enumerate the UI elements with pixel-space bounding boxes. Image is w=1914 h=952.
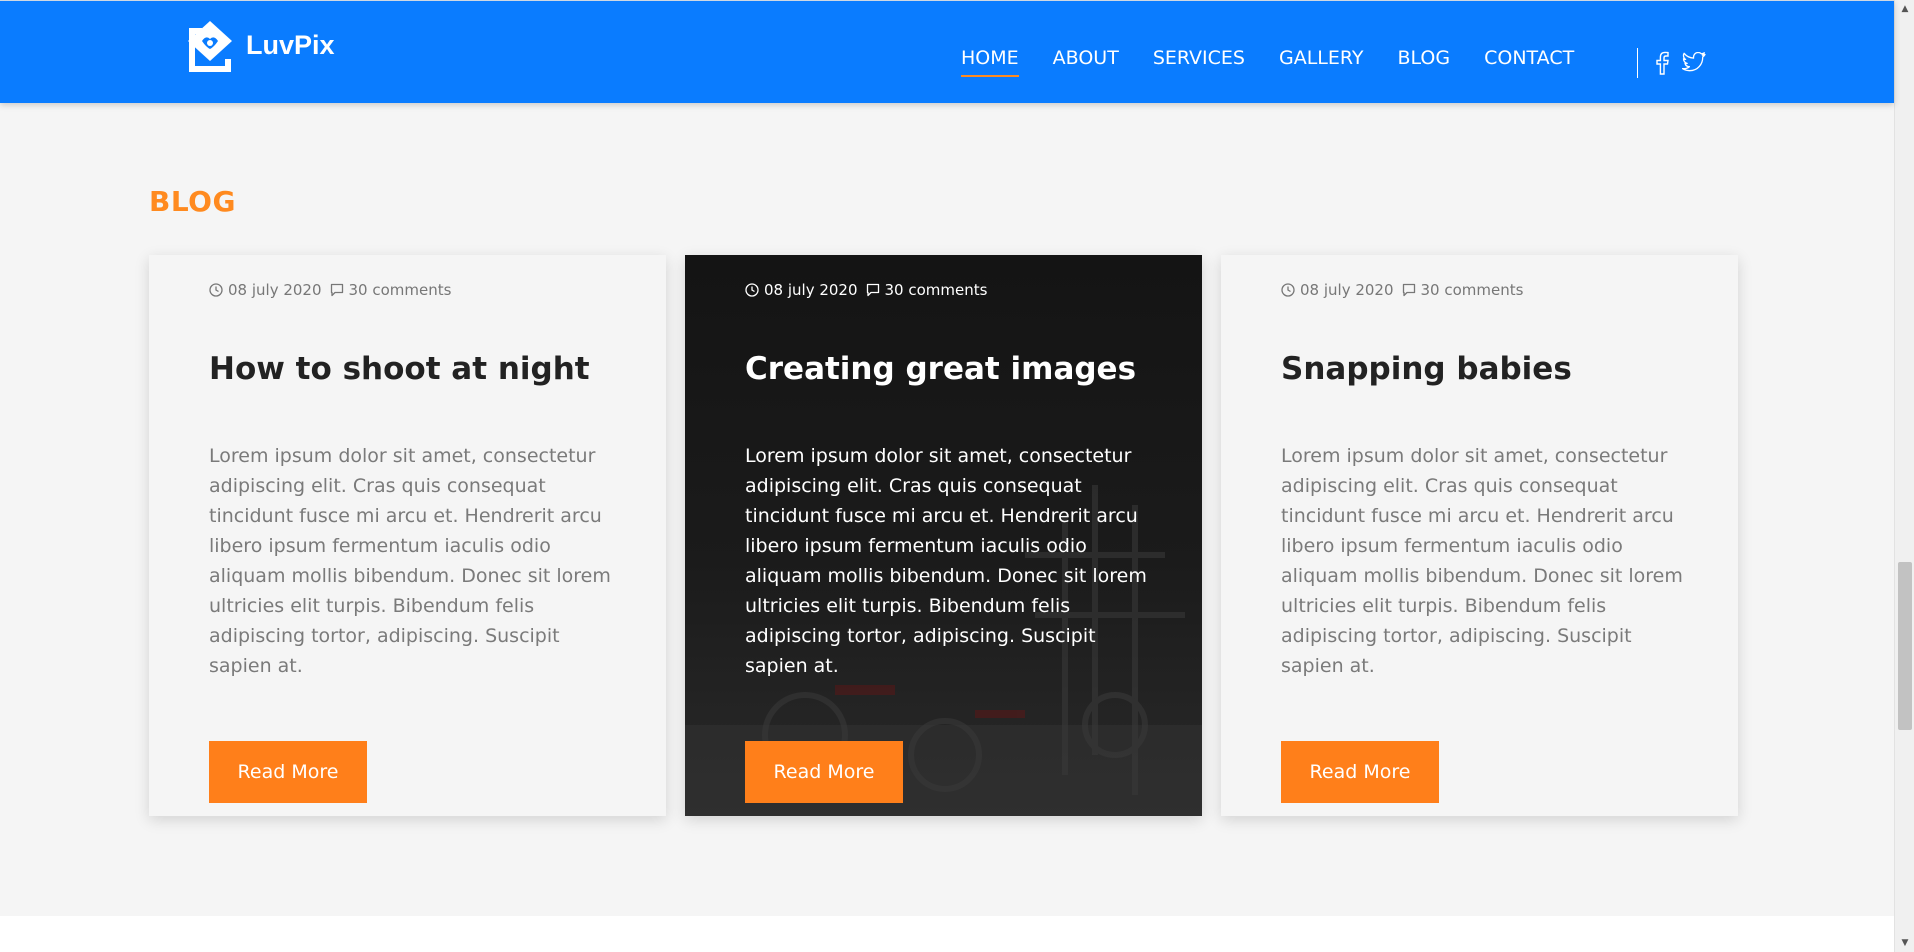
nav-divider bbox=[1637, 48, 1638, 78]
section-title: BLOG bbox=[149, 185, 236, 218]
next-section bbox=[0, 916, 1894, 952]
clock-icon bbox=[209, 283, 223, 297]
post-date: 08 july 2020 bbox=[764, 281, 858, 299]
logo-text: LuvPix bbox=[246, 29, 335, 60]
nav-services[interactable]: SERVICES bbox=[1153, 47, 1245, 75]
clock-icon bbox=[745, 283, 759, 297]
nav-blog[interactable]: BLOG bbox=[1397, 47, 1450, 75]
twitter-icon[interactable] bbox=[1682, 52, 1706, 72]
post-date: 08 july 2020 bbox=[228, 281, 322, 299]
nav-about[interactable]: ABOUT bbox=[1053, 47, 1119, 75]
post-title[interactable]: How to shoot at night bbox=[209, 351, 590, 387]
scroll-up-arrow-icon[interactable]: ▲ bbox=[1895, 0, 1914, 18]
post-title[interactable]: Creating great images bbox=[745, 351, 1136, 387]
post-excerpt: Lorem ipsum dolor sit amet, consectetur … bbox=[745, 445, 1147, 677]
post-meta: 08 july 2020 30 comments bbox=[209, 281, 451, 299]
clock-icon bbox=[1281, 283, 1295, 297]
logo-icon bbox=[188, 17, 234, 72]
post-comments[interactable]: 30 comments bbox=[349, 281, 452, 299]
post-title[interactable]: Snapping babies bbox=[1281, 351, 1572, 387]
scroll-down-arrow-icon[interactable]: ▼ bbox=[1895, 934, 1914, 952]
post-comments[interactable]: 30 comments bbox=[1421, 281, 1524, 299]
site-header: LuvPix HOME ABOUT SERVICES GALLERY BLOG … bbox=[0, 0, 1894, 103]
nav-gallery[interactable]: GALLERY bbox=[1279, 47, 1364, 75]
post-comments[interactable]: 30 comments bbox=[885, 281, 988, 299]
main-nav: HOME ABOUT SERVICES GALLERY BLOG CONTACT bbox=[961, 47, 1574, 77]
nav-home[interactable]: HOME bbox=[961, 47, 1019, 77]
read-more-button[interactable]: Read More bbox=[209, 741, 367, 803]
read-more-button[interactable]: Read More bbox=[1281, 741, 1439, 803]
facebook-icon[interactable] bbox=[1655, 51, 1669, 75]
nav-contact[interactable]: CONTACT bbox=[1484, 47, 1574, 75]
post-excerpt: Lorem ipsum dolor sit amet, consectetur … bbox=[1281, 445, 1683, 677]
blog-card-featured: 08 july 2020 30 comments Creating great … bbox=[685, 255, 1202, 816]
blog-card: 08 july 2020 30 comments How to shoot at… bbox=[149, 255, 666, 816]
post-meta: 08 july 2020 30 comments bbox=[745, 281, 987, 299]
post-excerpt: Lorem ipsum dolor sit amet, consectetur … bbox=[209, 445, 611, 677]
scrollbar[interactable]: ▲ ▼ bbox=[1894, 0, 1914, 952]
scroll-thumb[interactable] bbox=[1898, 562, 1912, 730]
read-more-button[interactable]: Read More bbox=[745, 741, 903, 803]
logo[interactable]: LuvPix bbox=[180, 11, 335, 77]
comment-icon bbox=[330, 283, 343, 297]
comment-icon bbox=[866, 283, 879, 297]
post-meta: 08 july 2020 30 comments bbox=[1281, 281, 1523, 299]
comment-icon bbox=[1402, 283, 1415, 297]
blog-card: 08 july 2020 30 comments Snapping babies… bbox=[1221, 255, 1738, 816]
post-date: 08 july 2020 bbox=[1300, 281, 1394, 299]
